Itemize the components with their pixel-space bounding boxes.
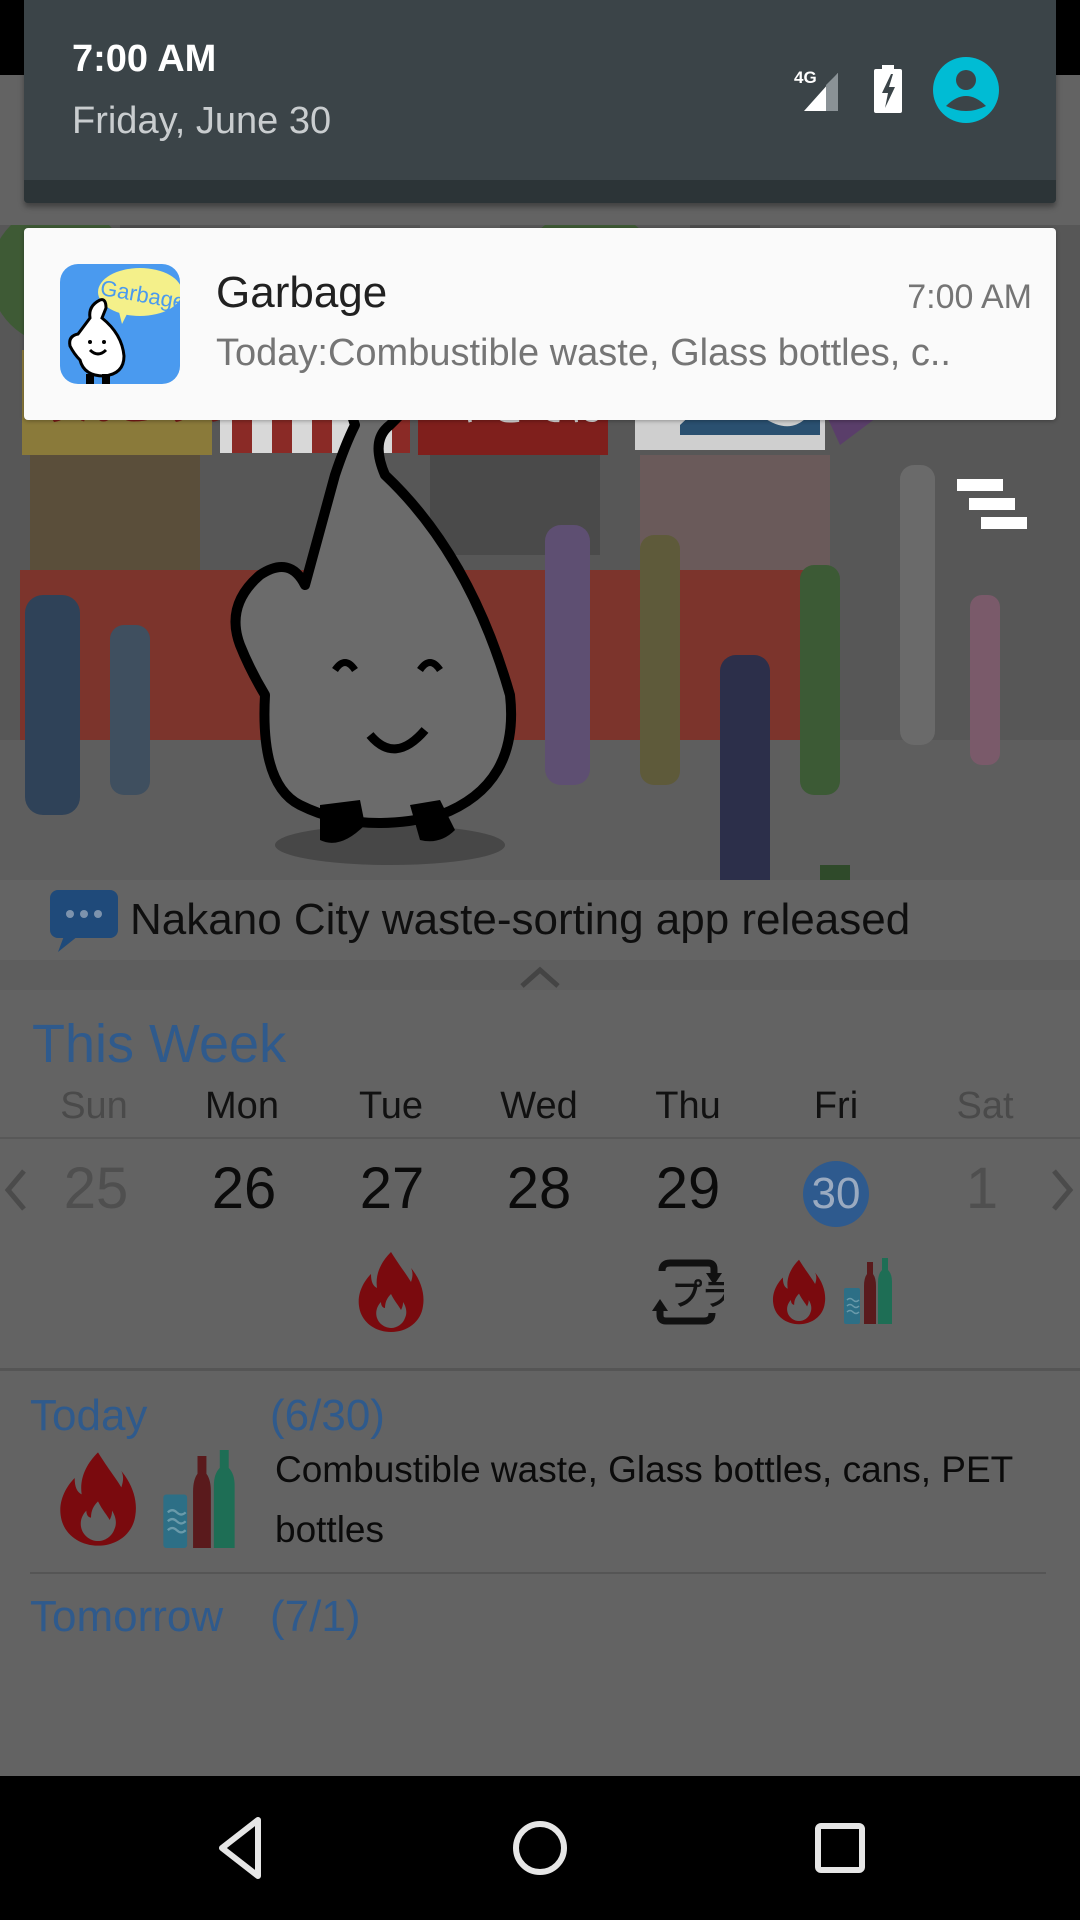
date-row: 25 26 27 28 29 30 1 [0, 1140, 1080, 1232]
home-icon [513, 1821, 567, 1875]
signal-4g-icon: 4G [794, 68, 838, 111]
notification-body: Today:Combustible waste, Glass bottles, … [216, 332, 951, 374]
dow-sat: Sat [956, 1085, 1014, 1127]
today-items: Combustible waste, Glass bottles, cans, … [275, 1449, 1013, 1550]
dow-tue: Tue [358, 1085, 424, 1127]
combustible-icon [358, 1252, 424, 1332]
this-week-section: This Week Sun Mon Tue Wed Thu Fri Sat 25… [0, 990, 1080, 1445]
garbage-app-icon: Garbage [60, 264, 180, 384]
speech-bubble-icon [50, 890, 118, 952]
bottles-cans-icon [844, 1258, 892, 1324]
divider [0, 1137, 1080, 1139]
date-cell[interactable]: 27 [318, 1155, 466, 1222]
date-cell[interactable]: 28 [465, 1155, 613, 1222]
divider [0, 1368, 1080, 1371]
today-label: Today [30, 1391, 148, 1440]
back-icon [219, 1817, 261, 1879]
tomorrow-date: (7/1) [270, 1592, 361, 1641]
user-avatar-icon[interactable] [932, 56, 1000, 124]
chevron-right-icon[interactable] [1048, 1165, 1078, 1215]
date-cell[interactable]: 1 [908, 1155, 1056, 1222]
date-cell[interactable]: 26 [170, 1155, 318, 1222]
combustible-icon [60, 1452, 136, 1546]
menu-icon[interactable] [957, 479, 1029, 531]
shade-date[interactable]: Friday, June 30 [72, 100, 331, 143]
navigation-bar [0, 1776, 1080, 1920]
news-text[interactable]: Nakano City waste-sorting app released [130, 888, 910, 952]
dow-mon: Mon [205, 1085, 279, 1127]
this-week-title: This Week [32, 1014, 287, 1074]
screen: りんごあめ やきそば 氷 [0, 0, 1080, 1920]
battery-charging-icon [874, 65, 902, 113]
garbage-notification[interactable]: Garbage Garbage 7:00 AM Today:Combustibl… [24, 228, 1056, 420]
today-date: (6/30) [270, 1391, 385, 1440]
dow-thu: Thu [655, 1085, 721, 1127]
svg-text:プラ: プラ [672, 1278, 724, 1313]
dow-sun: Sun [60, 1085, 128, 1127]
plastic-recycle-icon: プラ [652, 1259, 724, 1325]
recents-button[interactable] [798, 1806, 882, 1890]
dow-fri: Fri [813, 1085, 859, 1127]
tomorrow-label: Tomorrow [30, 1592, 224, 1641]
expand-bar[interactable] [0, 960, 1080, 990]
shade-clock: 7:00 AM [72, 38, 217, 80]
news-banner[interactable]: Nakano City waste-sorting app released [0, 880, 1080, 960]
shade-handle[interactable] [24, 180, 1056, 203]
back-button[interactable] [198, 1806, 282, 1890]
date-cell[interactable]: 29 [614, 1155, 762, 1222]
combustible-icon [772, 1259, 826, 1325]
dow-wed: Wed [500, 1085, 578, 1127]
date-cell[interactable]: 25 [22, 1155, 170, 1222]
recents-icon [815, 1823, 865, 1873]
chevron-up-icon[interactable] [516, 960, 564, 990]
date-cell-today[interactable]: 30 [762, 1155, 910, 1227]
bottles-cans-icon [163, 1450, 235, 1548]
notification-time: 7:00 AM [907, 278, 1032, 316]
today-date-circle: 30 [803, 1161, 869, 1227]
day-of-week-row: Sun Mon Tue Wed Thu Fri Sat [0, 1085, 1080, 1140]
notification-title: Garbage [216, 268, 388, 317]
home-button[interactable] [498, 1806, 582, 1890]
network-label: 4G [794, 68, 817, 87]
divider [30, 1572, 1046, 1574]
notification-shade-header[interactable]: 7:00 AM Friday, June 30 4G [24, 0, 1056, 203]
